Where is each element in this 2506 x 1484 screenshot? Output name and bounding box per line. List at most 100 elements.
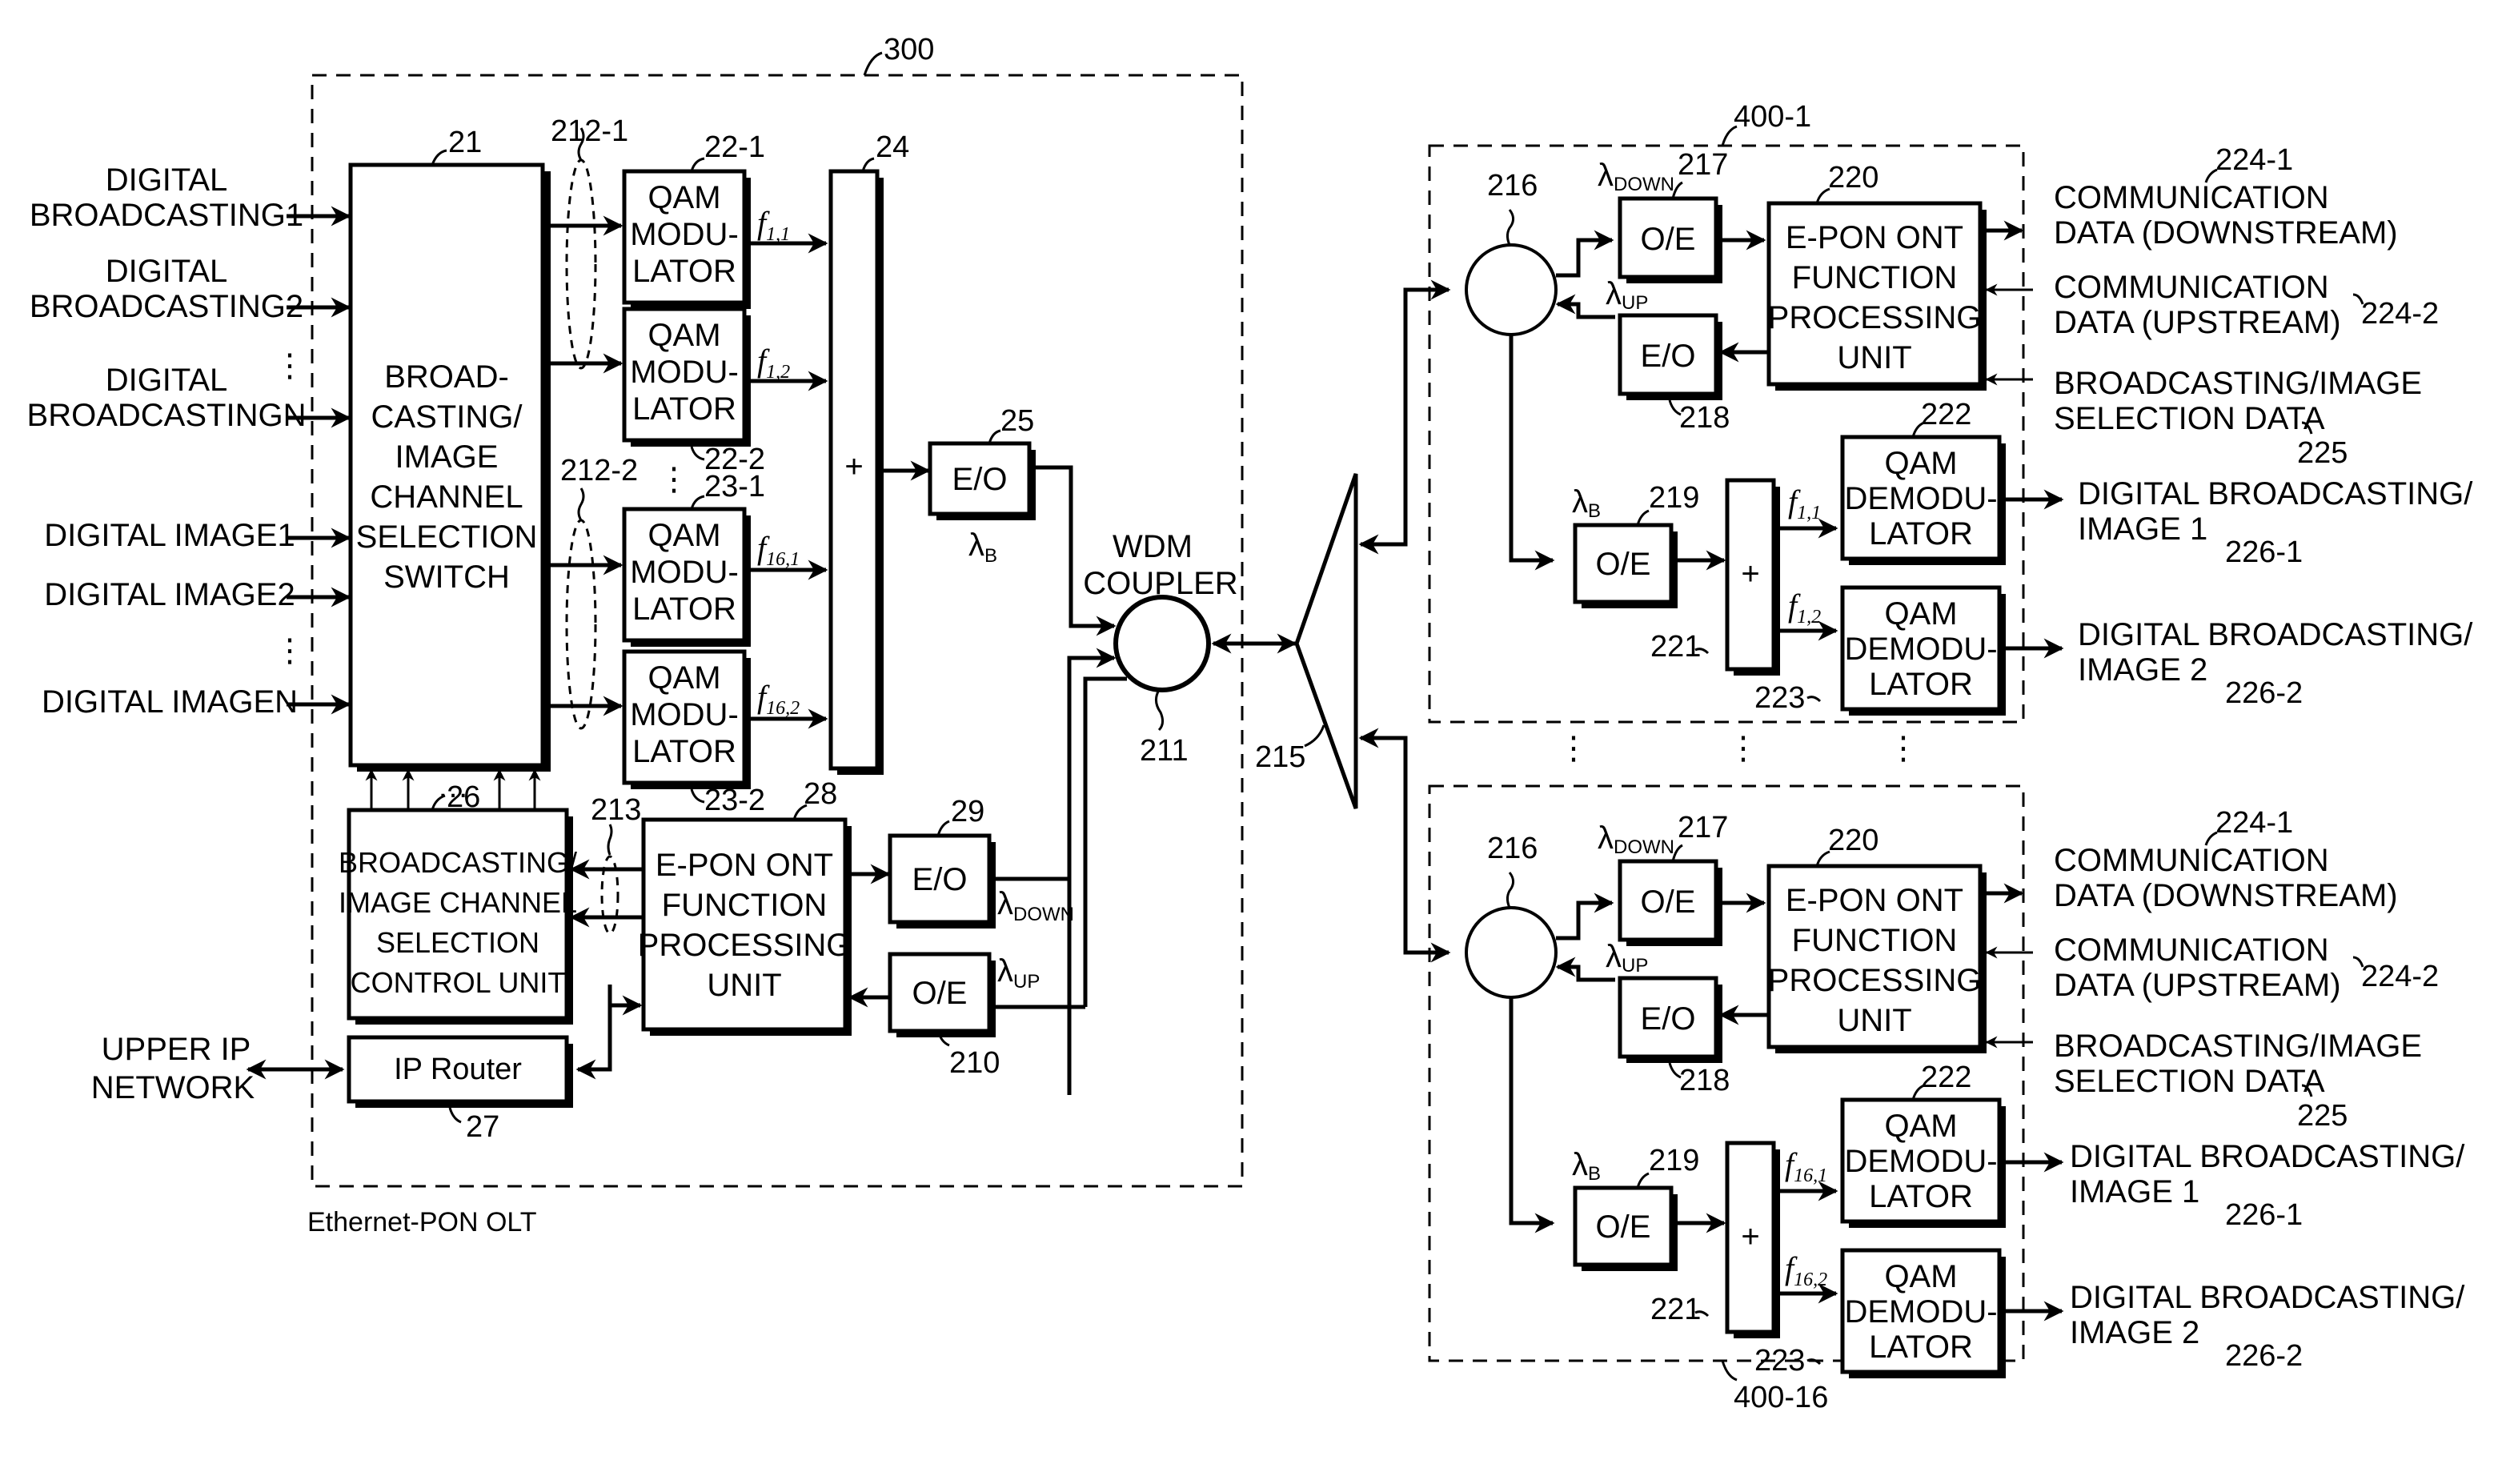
mod-4-line-2: MODU- (630, 697, 739, 732)
control-line-4: CONTROL UNIT (351, 966, 566, 999)
ont-1-coupler-ref: 216 (1487, 169, 1538, 203)
ont-1-demod-2-ref: 223 (1754, 681, 1805, 715)
ont-1-demod-1-line-2: DEMODU- (1844, 481, 1997, 516)
ont-16-coupler-ref: 216 (1487, 832, 1538, 865)
ont-16-out-2-line2: IMAGE 2 (2070, 1315, 2199, 1350)
ont-1-io-sel-line1: BROADCASTING/IMAGE (2054, 366, 2422, 401)
bundle-212-2-ref: 212-2 (560, 454, 638, 487)
ont-1-io-sel-line2: SELECTION DATA (2054, 401, 2325, 436)
ont-1-epon-ref: 220 (1828, 161, 1878, 195)
ont-1-out-2-ref: 226-2 (2225, 676, 2303, 710)
ont-1-freq-2: f1,2 (1788, 588, 1821, 628)
mod-1-freq: f1,1 (757, 205, 790, 245)
ont-dots-3: ⋮ (1887, 731, 1919, 766)
ont-16-io-sel-line2: SELECTION DATA (2054, 1064, 2325, 1099)
ont-ellipsis: ⋮ ⋮ ⋮ (1558, 731, 1919, 766)
ont-16-out-1-ref: 226-1 (2225, 1198, 2303, 1232)
ont-1-epon-line-4: UNIT (1837, 340, 1911, 375)
mod-4-freq: f16,2 (757, 679, 800, 719)
mod-3-freq: f16,1 (757, 530, 800, 570)
ont-16-io-down-line2: DATA (DOWNSTREAM) (2054, 878, 2398, 913)
upper-ip-line-2: NETWORK (91, 1070, 255, 1105)
bundle-212-1-ref: 212-1 (551, 114, 628, 148)
ont-1-lambda-b: λB (1572, 484, 1601, 522)
ont-16-out-2-ref: 226-2 (2225, 1339, 2303, 1373)
ont-16-eo-218-ref: 218 (1679, 1064, 1730, 1097)
input-n-line2: BROADCASTINGN (27, 398, 307, 433)
ont-16-lambda-down: λDOWN (1598, 820, 1674, 858)
oe-210-label: O/E (912, 976, 968, 1011)
switch-line-4: CHANNEL (370, 479, 523, 515)
mod-1-line-3: LATOR (632, 254, 736, 289)
control-unit-ref: 26 (447, 780, 480, 814)
ont-16-oe-217-label: O/E (1641, 884, 1696, 920)
ont-16-demod-1-ref: 222 (1921, 1061, 1971, 1094)
input-image2: DIGITAL IMAGE2 (44, 577, 295, 612)
ont-1-eo-218-ref: 218 (1679, 401, 1730, 435)
switch-line-6: SWITCH (383, 560, 510, 595)
upper-ip-network: UPPER IP NETWORK (91, 1032, 345, 1105)
channel-selection-switch: 21 BROAD- CASTING/ IMAGE CHANNEL SELECTI… (348, 126, 551, 772)
ont-16-splitter-symbol: + (1741, 1219, 1759, 1254)
bundle-212-1: 212-1 (551, 114, 628, 370)
ont-16-io-up-ref: 224-2 (2361, 960, 2439, 993)
ont-16-freq-1: f16,1 (1785, 1146, 1827, 1186)
ont-1-splitter-ref: 221 (1650, 630, 1701, 664)
ont-dots-1: ⋮ (1558, 731, 1590, 766)
ont-1-eo-218-label: E/O (1641, 339, 1696, 374)
input-labels: DIGITAL BROADCASTING1 DIGITAL BROADCASTI… (27, 162, 307, 720)
ont-16-epon-line-3: PROCESSING (1768, 963, 1982, 998)
control-line-1: BROADCASTING/ (339, 846, 577, 879)
ont-1-oe-219-label: O/E (1596, 547, 1651, 582)
qam-modulator-23-1: QAM MODU- LATOR 23-1 f16,1 (622, 470, 828, 647)
eo-29-ref: 29 (951, 795, 984, 828)
input-2-line2: BROADCASTING2 (30, 289, 303, 324)
eo-29-label: E/O (912, 862, 968, 897)
ont-1-io-up-line2: DATA (UPSTREAM) (2054, 305, 2341, 340)
mod-2-freq: f1,2 (757, 343, 790, 383)
ont-16-epon-line-4: UNIT (1837, 1003, 1911, 1038)
ont-16-epon-ref: 220 (1828, 824, 1878, 857)
wdm-line-1: WDM (1113, 529, 1193, 564)
bundle-213-ref: 213 (591, 793, 641, 827)
ont-16-demod-1-line-3: LATOR (1869, 1179, 1973, 1214)
ont-16-epon-line-2: FUNCTION (1792, 923, 1958, 958)
mod-3-line-3: LATOR (632, 592, 736, 627)
epon-system-diagram: 300 Ethernet-PON OLT DIGITAL BROADCASTIN… (27, 33, 2474, 1414)
upper-ip-line-1: UPPER IP (102, 1032, 251, 1067)
combiner-ref: 24 (876, 130, 909, 164)
ont-1-demod-1-line-1: QAM (1884, 446, 1957, 481)
mod-1-line-1: QAM (648, 180, 720, 215)
ont-1-out-2-line1: DIGITAL BROADCASTING/ (2078, 617, 2473, 652)
ont-1-demod-2-line-3: LATOR (1869, 667, 1973, 702)
ont-1-demod-1-ref: 222 (1921, 398, 1971, 431)
ont-1-ref: 400-1 (1734, 100, 1811, 134)
splitter-ref: 215 (1255, 740, 1305, 774)
ont-1-demod-2-line-2: DEMODU- (1844, 632, 1997, 667)
ont-16-ref: 400-16 (1734, 1381, 1828, 1414)
input-1-line2: BROADCASTING1 (30, 198, 303, 233)
ont-400-16: 400-16 216 O/E λDOWN 217 E/O λUP 218 220… (1428, 784, 2465, 1414)
ont-16-io-down-line1: COMMUNICATION (2054, 843, 2329, 878)
ont-1-oe-217-label: O/E (1641, 222, 1696, 257)
ont-16-out-2-line1: DIGITAL BROADCASTING/ (2070, 1280, 2465, 1315)
mod-2-line-3: LATOR (632, 391, 736, 427)
optical-splitter-215: 215 (1255, 279, 1451, 963)
ont-1-lambda-down: λDOWN (1598, 158, 1674, 195)
ont-16-splitter-ref: 221 (1650, 1293, 1701, 1326)
ip-router-ref: 27 (466, 1110, 499, 1144)
ont-16-io-up-line2: DATA (UPSTREAM) (2054, 968, 2341, 1003)
bundle-213: 213 (569, 793, 642, 935)
ont-16-oe-217-ref: 217 (1678, 811, 1728, 844)
ont-16-demod-1-line-1: QAM (1884, 1109, 1957, 1144)
ont-16-out-1-line2: IMAGE 1 (2070, 1174, 2199, 1209)
olt-epon-ref: 28 (804, 777, 837, 811)
ont-16-demod-2-ref: 223 (1754, 1344, 1805, 1378)
ont-1-io-up-line1: COMMUNICATION (2054, 270, 2329, 305)
ont-dots-2: ⋮ (1727, 731, 1759, 766)
ont-1-oe-219-ref: 219 (1649, 481, 1699, 515)
mod-3-line-2: MODU- (630, 555, 739, 590)
mod-4-line-3: LATOR (632, 734, 736, 769)
eo-25-ref: 25 (1000, 404, 1034, 438)
ont-16-io-sel-line1: BROADCASTING/IMAGE (2054, 1029, 2422, 1064)
